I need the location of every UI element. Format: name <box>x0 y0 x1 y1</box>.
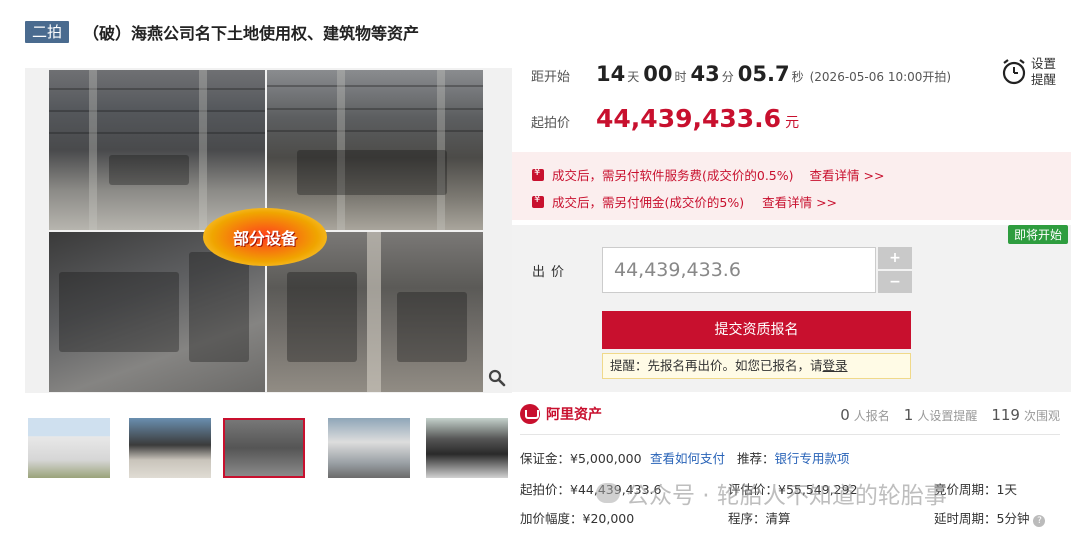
fee-text: 成交后，需另付软件服务费(成交价的0.5%) <box>552 168 794 183</box>
warehouse-photo-1 <box>49 70 265 230</box>
wechat-icon <box>596 483 620 503</box>
title-row: 二拍 （破）海燕公司名下土地使用权、建筑物等资产 <box>25 20 419 44</box>
divider <box>520 434 1060 435</box>
thumbnail[interactable] <box>426 418 508 478</box>
warehouse-photo-2 <box>267 70 483 230</box>
fee-detail-link[interactable]: 查看详情 >> <box>810 165 885 184</box>
equipment-bubble-label: 部分设备 <box>232 229 297 248</box>
how-to-pay-link[interactable]: 查看如何支付 <box>650 448 725 467</box>
countdown-minutes-unit: 分 <box>721 70 734 84</box>
bid-panel: 即将开始 出价 + − 提交资质报名 提醒：先报名再出价。如您已报名，请登录 <box>512 225 1071 392</box>
reminder-count-label: 人设置提醒 <box>917 409 978 423</box>
start-price-unit: 元 <box>785 115 800 131</box>
watermark: 公众号 · 轮胎人不知道的轮胎事 <box>596 476 947 510</box>
procedure-value: 清算 <box>765 511 791 526</box>
recommend-label: 推荐： <box>737 451 775 466</box>
fee-icon <box>532 194 544 208</box>
start-price-value: 44,439,433.6 <box>596 104 782 133</box>
login-hint-text: 提醒：先报名再出价。如您已报名，请 <box>610 358 823 373</box>
thumbnail-active[interactable] <box>223 418 305 478</box>
increase-bid-button[interactable]: + <box>878 247 912 269</box>
fee-detail-link[interactable]: 查看详情 >> <box>762 192 837 211</box>
bid-amount-input[interactable] <box>602 247 876 293</box>
countdown-minutes: 43 <box>690 62 720 86</box>
countdown-hours: 00 <box>643 62 673 86</box>
start-price-label: 起拍价： <box>520 482 571 497</box>
watermark-text: 公众号 · 轮胎人不知道的轮胎事 <box>626 483 947 509</box>
countdown-days: 14 <box>596 62 626 86</box>
fee-line-service: 成交后，需另付软件服务费(成交价的0.5%) 查看详情 >> <box>532 165 884 184</box>
platform-logo[interactable]: 阿里资产 <box>520 404 602 424</box>
fee-notice: 成交后，需另付软件服务费(成交价的0.5%) 查看详情 >> 成交后，需另付佣金… <box>512 152 1071 220</box>
login-link[interactable]: 登录 <box>823 358 848 373</box>
countdown-seconds: 05.7 <box>737 62 790 86</box>
view-count: 119 <box>991 406 1020 424</box>
login-hint: 提醒：先报名再出价。如您已报名，请登录 <box>602 353 911 379</box>
bid-label: 出价 <box>532 265 571 280</box>
increment-label: 加价幅度： <box>520 511 583 526</box>
delay-label: 延时周期： <box>934 511 997 526</box>
start-price-label: 起拍价 <box>531 116 571 131</box>
decrease-bid-button[interactable]: − <box>878 271 912 293</box>
thumbnail[interactable] <box>129 418 211 478</box>
platform-name: 阿里资产 <box>546 407 602 423</box>
auction-info: 阿里资产 0 人报名 1 人设置提醒 119 次围观 保证金：¥5,000,00… <box>520 402 1071 533</box>
main-image[interactable]: 部分设备 <box>25 68 512 393</box>
thumbnail[interactable] <box>328 418 410 478</box>
countdown-hours-unit: 时 <box>674 70 687 84</box>
view-label: 次围观 <box>1023 409 1060 423</box>
start-price: 起拍价 44,439,433.6 元 <box>531 104 799 133</box>
equipment-bubble: 部分设备 <box>203 208 327 266</box>
fee-line-commission: 成交后，需另付佣金(成交价的5%) 查看详情 >> <box>532 192 837 211</box>
countdown-label: 距开始 <box>531 70 571 85</box>
signup-label: 人报名 <box>853 409 890 423</box>
ali-logo-icon <box>520 404 540 424</box>
bank-funds-link[interactable]: 银行专用款项 <box>775 451 850 466</box>
start-time: (2026-05-06 10:00开拍) <box>809 70 952 84</box>
magnifier-icon[interactable] <box>485 366 509 390</box>
set-reminder-label: 设置提醒 <box>1031 56 1057 87</box>
reminder-count: 1 <box>903 406 914 424</box>
countdown-seconds-unit: 秒 <box>791 70 804 84</box>
procedure-label: 程序： <box>728 511 766 526</box>
submit-registration-button[interactable]: 提交资质报名 <box>602 311 911 349</box>
deposit-label: 保证金： <box>520 451 571 466</box>
thumbnail-strip <box>25 418 515 480</box>
alarm-clock-icon <box>1002 59 1026 85</box>
countdown-days-unit: 天 <box>627 70 640 84</box>
round-badge: 二拍 <box>25 21 70 43</box>
delay-value: 5分钟 <box>996 511 1030 526</box>
auction-stats: 0 人报名 1 人设置提醒 119 次围观 <box>826 406 1060 424</box>
thumbnail[interactable] <box>28 418 110 478</box>
status-badge: 即将开始 <box>1007 225 1068 244</box>
help-icon[interactable]: ? <box>1033 515 1046 527</box>
deposit-value: ¥5,000,000 <box>570 451 642 466</box>
countdown: 距开始 14 天 00 时 43 分 05.7 秒 (2026-05-06 10… <box>531 62 951 92</box>
period-value: 1天 <box>996 482 1017 497</box>
bid-stepper: + − <box>878 247 912 293</box>
increment-value: ¥20,000 <box>582 511 635 526</box>
page-title: （破）海燕公司名下土地使用权、建筑物等资产 <box>83 24 420 43</box>
fee-text: 成交后，需另付佣金(成交价的5%) <box>552 195 745 210</box>
signup-count: 0 <box>840 406 850 424</box>
set-reminder-button[interactable]: 设置提醒 <box>1001 52 1071 92</box>
fee-icon <box>532 167 544 181</box>
